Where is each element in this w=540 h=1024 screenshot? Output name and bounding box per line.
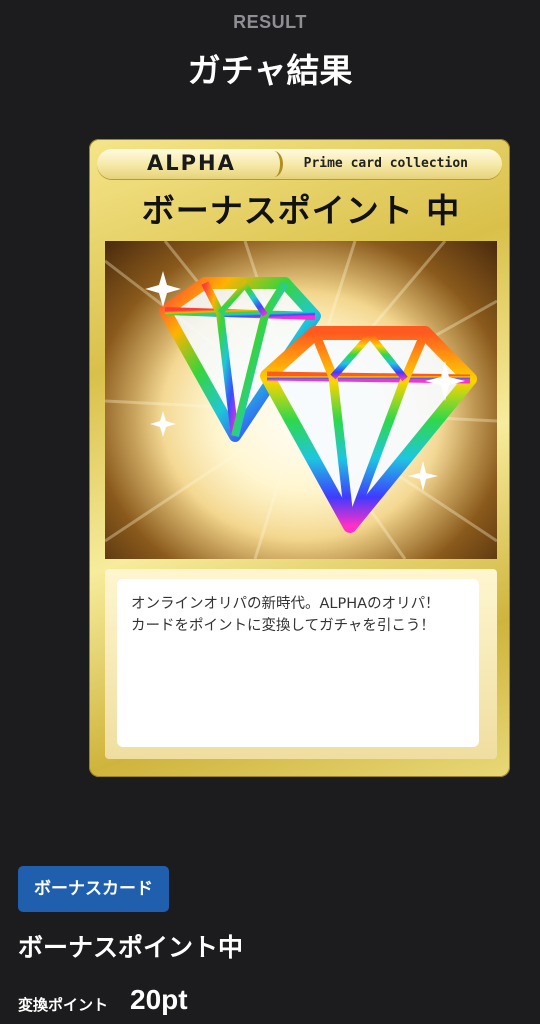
swoosh-icon — [265, 151, 283, 177]
card-banner: ALPHA Prime card collection — [97, 149, 502, 179]
page-title: ガチャ結果 — [187, 51, 353, 90]
result-eyebrow: RESULT — [233, 12, 307, 32]
result-card[interactable]: ALPHA Prime card collection ボーナスポイント 中 オ… — [89, 139, 510, 777]
card-artwork — [105, 241, 497, 559]
points-label: 変換ポイント — [18, 996, 109, 1014]
card-collection: Prime card collection — [303, 156, 468, 171]
diamond-icon — [105, 241, 497, 559]
card-type-badge: ボーナスカード — [18, 866, 169, 912]
result-item-name: ボーナスポイント中 — [18, 933, 244, 962]
gacha-result-screen: RESULT ガチャ結果 ALPHA Prime card collection… — [0, 0, 540, 1024]
points-value: 20pt — [130, 984, 188, 1015]
card-brand: ALPHA — [147, 151, 236, 175]
card-description-line-2: カードをポイントに変換してガチャを引こう！ — [131, 618, 435, 634]
card-name: ボーナスポイント 中 — [141, 191, 461, 230]
card-description: オンラインオリパの新時代。ALPHAのオリパ！ カードをポイントに変換してガチャ… — [117, 579, 479, 747]
card-text-frame: オンラインオリパの新時代。ALPHAのオリパ！ カードをポイントに変換してガチャ… — [105, 569, 497, 759]
card-description-line-1: オンラインオリパの新時代。ALPHAのオリパ！ — [131, 596, 440, 612]
